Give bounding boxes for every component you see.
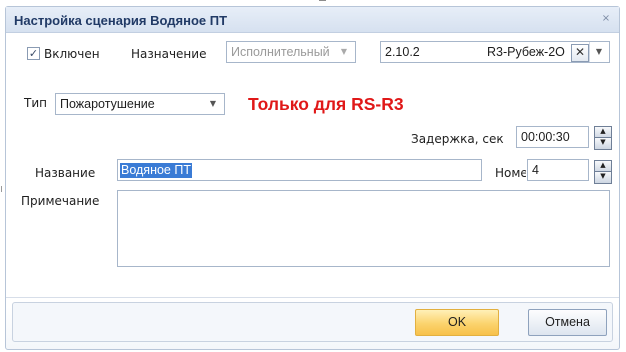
chevron-down-icon: ▼ [209,99,217,108]
dialog-title: Настройка сценария Водяное ПТ [14,13,228,28]
chevron-down-icon[interactable]: ▼ [589,42,608,62]
enabled-checkbox[interactable]: ✓ [27,47,40,60]
scenario-settings-dialog: Настройка сценария Водяное ПТ × ✓ Включе… [5,6,620,350]
purpose-label: Назначение [131,47,207,61]
side-edge-mark [1,186,2,192]
delay-label: Задержка, сек [411,132,504,146]
number-value: 4 [532,163,539,177]
name-value: Водяное ПТ [120,163,192,178]
top-edge-mark [319,0,326,1]
ok-button[interactable]: OK [415,309,499,336]
clear-icon[interactable]: ✕ [571,44,589,62]
type-value: Пожаротушение [60,97,155,111]
rs-r3-notice: Только для RS-R3 [248,94,404,114]
delay-value: 00:00:30 [521,130,570,144]
chevron-down-icon: ▼ [340,47,348,56]
enabled-label: Включен [44,47,100,61]
delay-input[interactable]: 00:00:30 [516,126,589,148]
name-input[interactable]: Водяное ПТ [117,159,482,181]
type-label: Тип [24,96,47,110]
cancel-button[interactable]: Отмена [528,309,607,336]
delay-spinner[interactable]: ▲ ▼ [594,126,612,150]
device-address: 2.10.2 [385,45,420,59]
title-bar: Настройка сценария Водяное ПТ × [6,7,619,33]
number-spinner[interactable]: ▲ ▼ [594,160,612,184]
purpose-combo[interactable]: Исполнительный ▼ [226,41,356,63]
arrow-down-icon[interactable]: ▼ [594,171,612,184]
note-label: Примечание [21,194,100,208]
button-panel: OK Отмена [12,302,613,342]
number-label: Номер [495,166,526,180]
arrow-down-icon[interactable]: ▼ [594,137,612,150]
device-combo[interactable]: 2.10.2 R3-Рубеж-2О ✕ ▼ [380,41,610,63]
number-input[interactable]: 4 [527,159,589,181]
name-label: Название [35,166,96,180]
dialog-footer: OK Отмена [6,297,619,349]
type-combo[interactable]: Пожаротушение ▼ [55,93,225,115]
purpose-value: Исполнительный [231,45,330,59]
close-icon[interactable]: × [601,13,611,25]
note-textarea[interactable] [117,190,610,267]
device-name: R3-Рубеж-2О [487,45,565,59]
